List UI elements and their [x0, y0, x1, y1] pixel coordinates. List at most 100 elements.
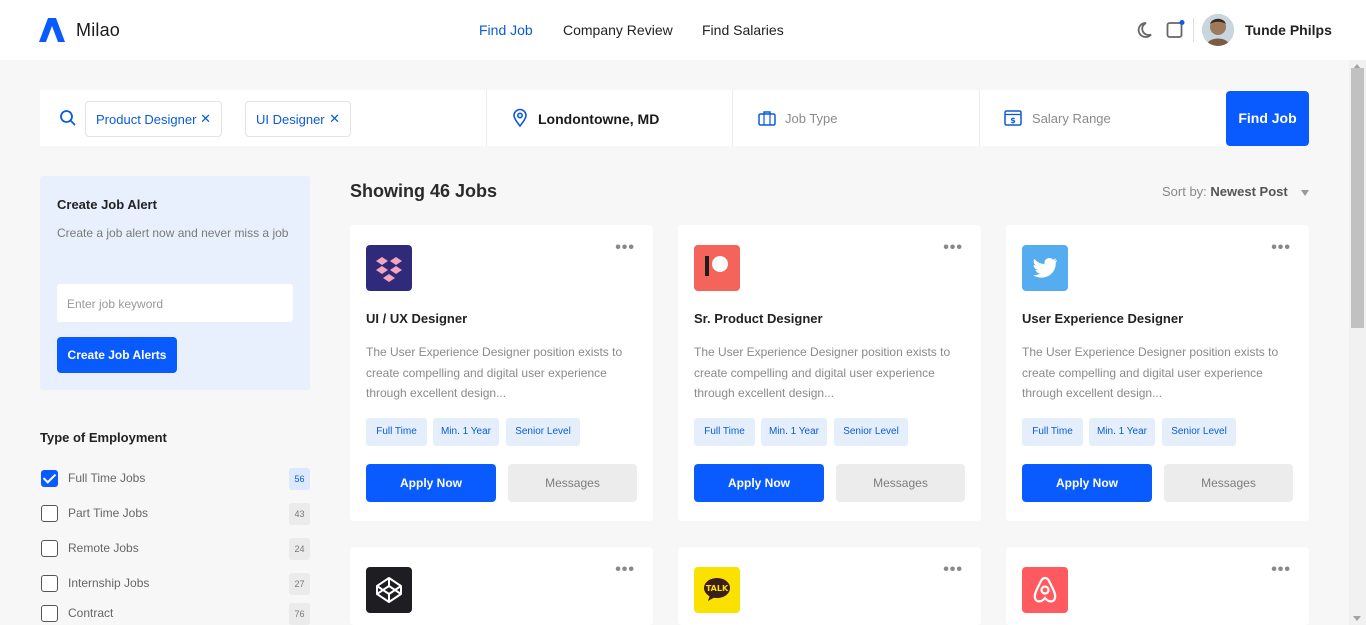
job-title[interactable]: Sr. Product Designer — [694, 311, 823, 326]
job-tag: Full Time — [366, 418, 427, 446]
checkbox[interactable] — [41, 505, 58, 522]
employment-filter-title: Type of Employment — [40, 430, 167, 445]
filter-count: 56 — [289, 468, 310, 490]
job-tag: Full Time — [694, 418, 755, 446]
filter-label: Contract — [68, 606, 114, 620]
search-divider — [486, 90, 487, 146]
job-card[interactable]: TALK ••• — [678, 547, 981, 625]
nav-company-review[interactable]: Company Review — [563, 22, 673, 38]
chip-remove-icon[interactable]: ✕ — [329, 111, 340, 127]
keyword-chip-product-designer[interactable]: Product Designer ✕ — [85, 101, 222, 137]
checkbox[interactable] — [41, 540, 58, 557]
keyword-chip-ui-designer[interactable]: UI Designer ✕ — [245, 101, 351, 137]
find-job-button[interactable]: Find Job — [1226, 91, 1309, 146]
messages-button[interactable]: Messages — [1164, 464, 1293, 502]
notification-icon[interactable] — [1165, 20, 1185, 40]
job-title[interactable]: User Experience Designer — [1022, 311, 1183, 326]
apply-now-button[interactable]: Apply Now — [366, 464, 496, 502]
scrollbar-thumb[interactable] — [1351, 68, 1364, 328]
search-divider — [979, 90, 980, 146]
salary-range-select[interactable]: Salary Range — [1032, 111, 1111, 126]
create-job-alerts-button[interactable]: Create Job Alerts — [57, 337, 177, 373]
filter-count: 76 — [289, 603, 310, 625]
results-count-heading: Showing 46 Jobs — [350, 181, 498, 201]
job-tag: Senior Level — [506, 418, 580, 446]
airbnb-icon — [1022, 567, 1068, 613]
filter-item-contract[interactable]: Contract 76 — [40, 603, 310, 625]
filter-item-remote[interactable]: Remote Jobs 24 — [40, 538, 310, 560]
job-title[interactable]: UI / UX Designer — [366, 311, 467, 326]
more-options-icon[interactable]: ••• — [1271, 561, 1291, 579]
location-field[interactable]: Londontowne, MD — [538, 111, 659, 127]
apply-now-button[interactable]: Apply Now — [1022, 464, 1152, 502]
salary-dollar-icon: $ — [1004, 110, 1022, 126]
checkbox[interactable] — [41, 470, 58, 487]
filter-label: Part Time Jobs — [68, 506, 149, 520]
job-tag: Min. 1 Year — [1089, 418, 1155, 446]
codepen-icon — [366, 567, 412, 613]
job-description: The User Experience Designer position ex… — [694, 345, 951, 400]
messages-button[interactable]: Messages — [508, 464, 637, 502]
apply-now-button[interactable]: Apply Now — [694, 464, 824, 502]
page-scrollbar[interactable] — [1349, 60, 1366, 625]
sort-dropdown[interactable]: Sort by: Newest Post — [1162, 184, 1288, 199]
sort-value: Newest Post — [1210, 184, 1288, 199]
chip-remove-icon[interactable]: ✕ — [200, 111, 211, 127]
more-options-icon[interactable]: ••• — [615, 239, 635, 257]
alert-title: Create Job Alert — [57, 197, 157, 212]
job-card[interactable]: ••• — [350, 547, 653, 625]
checkbox[interactable] — [41, 575, 58, 592]
svg-text:$: $ — [1010, 116, 1016, 125]
job-card[interactable]: ••• UI / UX Designer The User Experience… — [350, 225, 653, 521]
job-card[interactable]: ••• — [1006, 547, 1309, 625]
job-card[interactable]: ••• Sr. Product Designer The User Experi… — [678, 225, 981, 521]
more-options-icon[interactable]: ••• — [1271, 239, 1291, 257]
briefcase-icon — [758, 111, 776, 126]
job-tag: Min. 1 Year — [761, 418, 827, 446]
messages-button[interactable]: Messages — [836, 464, 965, 502]
dropbox-icon — [366, 245, 412, 291]
search-divider — [732, 90, 733, 146]
more-options-icon[interactable]: ••• — [943, 239, 963, 257]
checkbox[interactable] — [41, 605, 58, 622]
nav-find-salaries[interactable]: Find Salaries — [702, 22, 784, 38]
scroll-down-arrow-icon[interactable] — [1353, 616, 1361, 621]
job-description: The User Experience Designer position ex… — [366, 345, 623, 400]
user-avatar[interactable] — [1202, 14, 1234, 46]
milao-logo-icon[interactable] — [39, 18, 65, 42]
search-icon — [60, 110, 76, 126]
dark-mode-moon-icon[interactable] — [1137, 20, 1157, 40]
nav-find-job[interactable]: Find Job — [479, 22, 533, 38]
job-tag: Senior Level — [834, 418, 908, 446]
filter-label: Internship Jobs — [68, 576, 150, 590]
filter-label: Full Time Jobs — [68, 471, 146, 485]
chip-label: UI Designer — [256, 112, 325, 127]
job-tag: Min. 1 Year — [433, 418, 499, 446]
user-name[interactable]: Tunde Philps — [1245, 22, 1332, 38]
sort-label: Sort by: — [1162, 184, 1207, 199]
job-type-select[interactable]: Job Type — [785, 111, 838, 126]
twitter-icon — [1022, 245, 1068, 291]
filter-item-internship[interactable]: Internship Jobs 27 — [40, 573, 310, 595]
more-options-icon[interactable]: ••• — [943, 561, 963, 579]
location-pin-icon — [513, 108, 527, 128]
job-description: The User Experience Designer position ex… — [1022, 345, 1279, 400]
header-divider — [1193, 18, 1194, 42]
job-alert-panel: Create Job Alert Create a job alert now … — [40, 176, 310, 390]
filter-item-part-time[interactable]: Part Time Jobs 43 — [40, 503, 310, 525]
job-keyword-input[interactable]: Enter job keyword — [57, 284, 293, 322]
more-options-icon[interactable]: ••• — [615, 561, 635, 579]
filter-count: 43 — [289, 503, 310, 525]
top-header: Milao Find Job Company Review Find Salar… — [0, 0, 1366, 60]
filter-label: Remote Jobs — [68, 541, 139, 555]
kakaotalk-logo-text: TALK — [706, 584, 729, 593]
job-search-bar: Product Designer ✕ UI Designer ✕ Londont… — [40, 90, 1309, 146]
kakaotalk-icon: TALK — [694, 567, 740, 613]
job-card[interactable]: ••• User Experience Designer The User Ex… — [1006, 225, 1309, 521]
sort-caret-down-icon[interactable] — [1301, 190, 1309, 196]
alert-description: Create a job alert now and never miss a … — [57, 226, 289, 240]
filter-item-full-time[interactable]: Full Time Jobs 56 — [40, 468, 310, 490]
brand-name[interactable]: Milao — [76, 20, 120, 41]
chip-label: Product Designer — [96, 112, 197, 127]
filter-count: 24 — [289, 538, 310, 560]
